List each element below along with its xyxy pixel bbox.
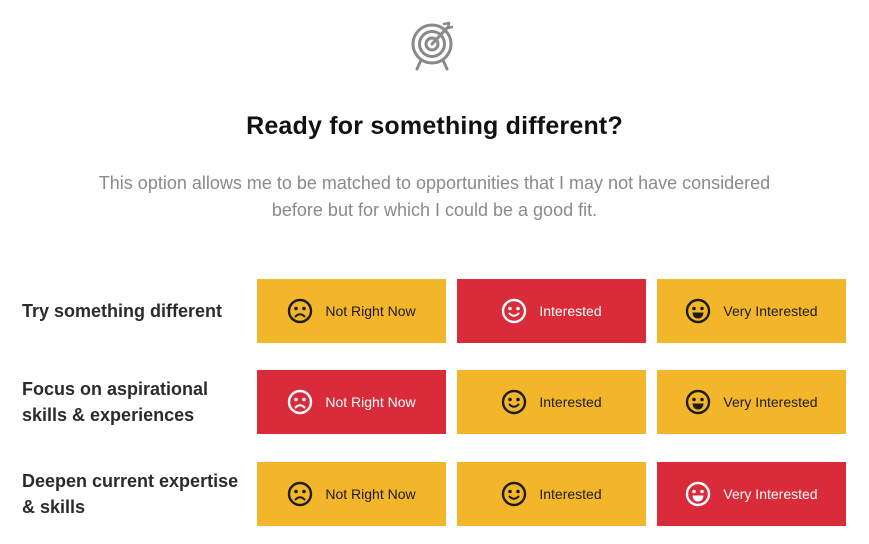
grin-face-icon xyxy=(686,389,711,415)
option-label: Interested xyxy=(539,394,602,410)
option-very-interested-button[interactable]: Very Interested xyxy=(657,279,846,343)
row-label: Focus on aspirational skills & experienc… xyxy=(22,379,209,425)
grin-face-icon xyxy=(686,298,711,324)
row-label: Deepen current expertise & skills xyxy=(22,471,239,517)
preference-row-deepen-expertise: Deepen current expertise & skills Not Ri… xyxy=(0,462,869,526)
option-label: Not Right Now xyxy=(325,303,416,319)
preference-row-aspirational-skills: Focus on aspirational skills & experienc… xyxy=(0,370,869,434)
option-label: Interested xyxy=(539,303,602,319)
page-title: Ready for something different? xyxy=(246,112,623,140)
option-label: Not Right Now xyxy=(325,394,416,410)
option-label: Very Interested xyxy=(723,303,818,319)
smile-face-icon xyxy=(502,481,527,507)
frown-face-icon xyxy=(288,389,313,415)
option-label: Very Interested xyxy=(723,394,818,410)
page-description: This option allows me to be matched to o… xyxy=(98,173,771,220)
option-interested-button[interactable]: Interested xyxy=(457,462,646,526)
option-not-right-now-button[interactable]: Not Right Now xyxy=(257,462,446,526)
option-very-interested-button[interactable]: Very Interested xyxy=(657,462,846,526)
target-icon xyxy=(411,21,454,71)
option-interested-button[interactable]: Interested xyxy=(457,279,646,343)
option-interested-button[interactable]: Interested xyxy=(457,370,646,434)
row-label: Try something different xyxy=(22,301,223,321)
frown-face-icon xyxy=(288,481,313,507)
option-label: Very Interested xyxy=(723,486,818,502)
grin-face-icon xyxy=(686,481,711,507)
option-not-right-now-button[interactable]: Not Right Now xyxy=(257,370,446,434)
preference-row-try-something-different: Try something different Not Right Now In… xyxy=(0,279,869,343)
smile-face-icon xyxy=(502,298,527,324)
option-very-interested-button[interactable]: Very Interested xyxy=(657,370,846,434)
option-label: Interested xyxy=(539,486,602,502)
frown-face-icon xyxy=(288,298,313,324)
smile-face-icon xyxy=(502,389,527,415)
option-not-right-now-button[interactable]: Not Right Now xyxy=(257,279,446,343)
option-label: Not Right Now xyxy=(325,486,416,502)
